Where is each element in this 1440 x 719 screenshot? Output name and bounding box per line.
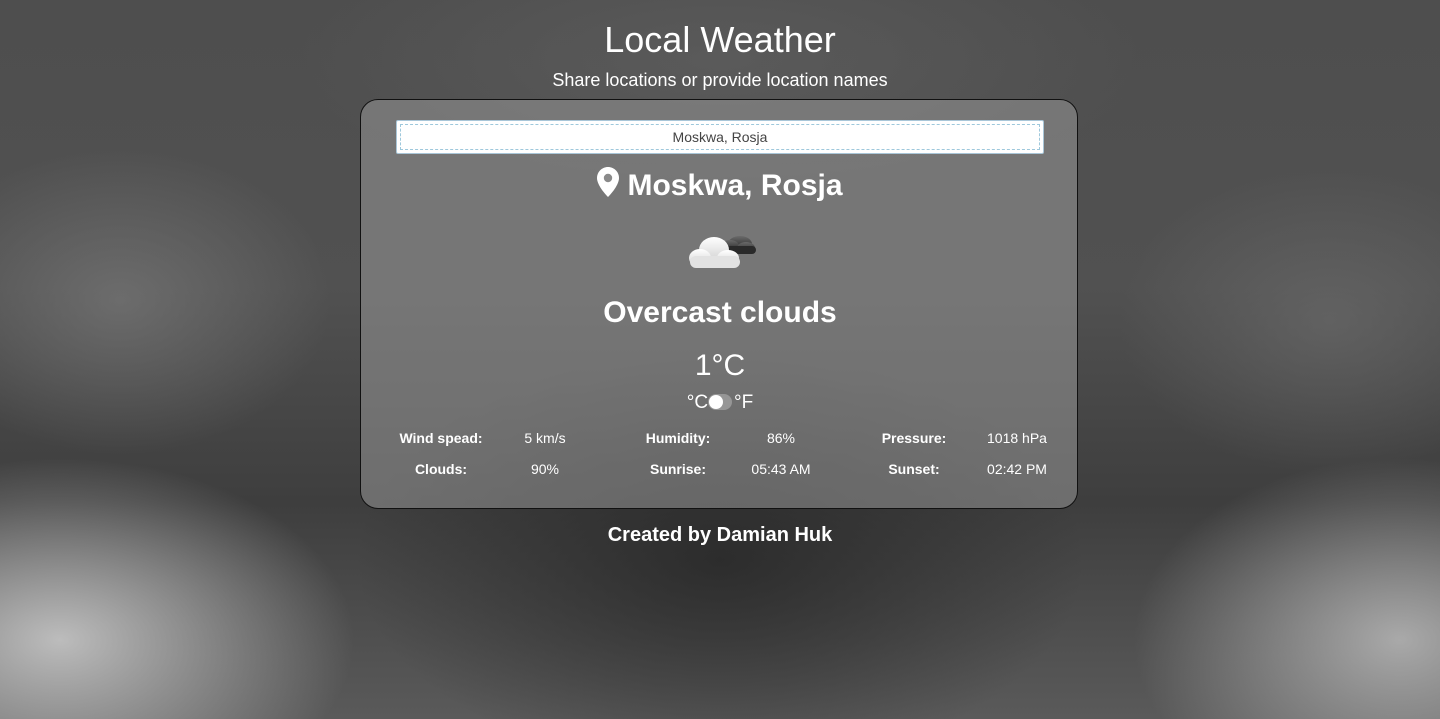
sunrise-value: 05:43 AM bbox=[751, 461, 811, 477]
sunrise-label: Sunrise: bbox=[649, 461, 706, 477]
footer-credit: Created by Damian Huk bbox=[607, 524, 833, 546]
wind-speed-label: Wind spead: bbox=[399, 430, 483, 446]
pressure-value: 1018 hPa bbox=[987, 430, 1047, 446]
humidity-label: Humidity: bbox=[645, 430, 711, 446]
wind-speed-value: 5 km/s bbox=[524, 430, 566, 446]
pressure-label: Pressure: bbox=[881, 430, 947, 446]
clouds-label: Clouds: bbox=[414, 461, 468, 477]
details-row-1: Wind spead: 5 km/s Humidity: 86% Pressur… bbox=[361, 428, 1079, 448]
page-subtitle: Share locations or provide location name… bbox=[552, 70, 888, 90]
overcast-clouds-icon bbox=[684, 224, 758, 274]
location-search-input[interactable] bbox=[400, 124, 1040, 150]
weather-description: Overcast clouds bbox=[603, 296, 837, 329]
details-row-2: Clouds: 90% Sunrise: 05:43 AM Sunset: 02… bbox=[361, 459, 1079, 479]
humidity-value: 86% bbox=[766, 430, 796, 446]
location-name: Moskwa, Rosja bbox=[627, 169, 843, 202]
page-title: Local Weather bbox=[604, 19, 836, 60]
unit-switch[interactable] bbox=[708, 394, 733, 410]
sunset-label: Sunset: bbox=[888, 461, 940, 477]
location-heading: Moskwa, Rosja bbox=[361, 166, 1079, 208]
fahrenheit-label: °F bbox=[734, 392, 754, 413]
map-pin-icon bbox=[597, 167, 620, 208]
search-field[interactable] bbox=[396, 120, 1044, 154]
sunset-value: 02:42 PM bbox=[987, 461, 1047, 477]
celsius-label: °C bbox=[686, 392, 709, 413]
weather-card: Moskwa, Rosja Moskwa, Rosja Overcast clo… bbox=[360, 99, 1078, 509]
temperature-value: 1°C bbox=[694, 349, 746, 382]
clouds-value: 90% bbox=[530, 461, 560, 477]
unit-toggle: °C °F bbox=[361, 392, 1079, 414]
unit-switch-knob bbox=[709, 395, 724, 409]
